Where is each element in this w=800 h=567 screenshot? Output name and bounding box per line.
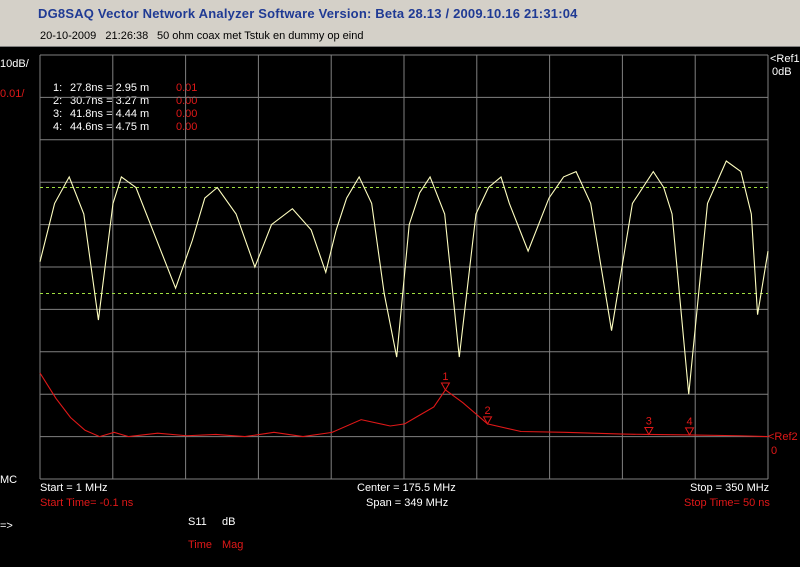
marker-number: 2 <box>484 405 490 417</box>
legend-domain: Time <box>188 539 213 551</box>
marker-number: 1 <box>442 371 448 383</box>
stop-frequency: Stop = 350 MHz <box>690 482 770 494</box>
marker-triangle <box>440 382 451 391</box>
center-frequency: Center = 175.5 MHz <box>357 482 456 494</box>
marker-triangle <box>684 427 695 436</box>
marker-number: 4 <box>686 416 692 428</box>
start-frequency: Start = 1 MHz <box>40 482 108 494</box>
legend-param: S11 <box>188 516 207 528</box>
start-time: Start Time= -0.1 ns <box>40 497 134 509</box>
stop-time: Stop Time= 50 ns <box>684 497 770 509</box>
marker-number: 3 <box>646 415 652 427</box>
legend-format: Mag <box>222 539 244 551</box>
arrow-indicator[interactable]: => <box>0 520 13 533</box>
marker-triangle <box>643 426 654 436</box>
marker-control-label[interactable]: MC <box>0 474 17 487</box>
marker-triangle <box>482 416 493 425</box>
span-frequency: Span = 349 MHz <box>366 497 449 509</box>
ref2-label: <Ref2 <box>768 431 798 443</box>
ref2-value: 0 <box>771 445 778 457</box>
legend-unit: dB <box>222 516 236 528</box>
